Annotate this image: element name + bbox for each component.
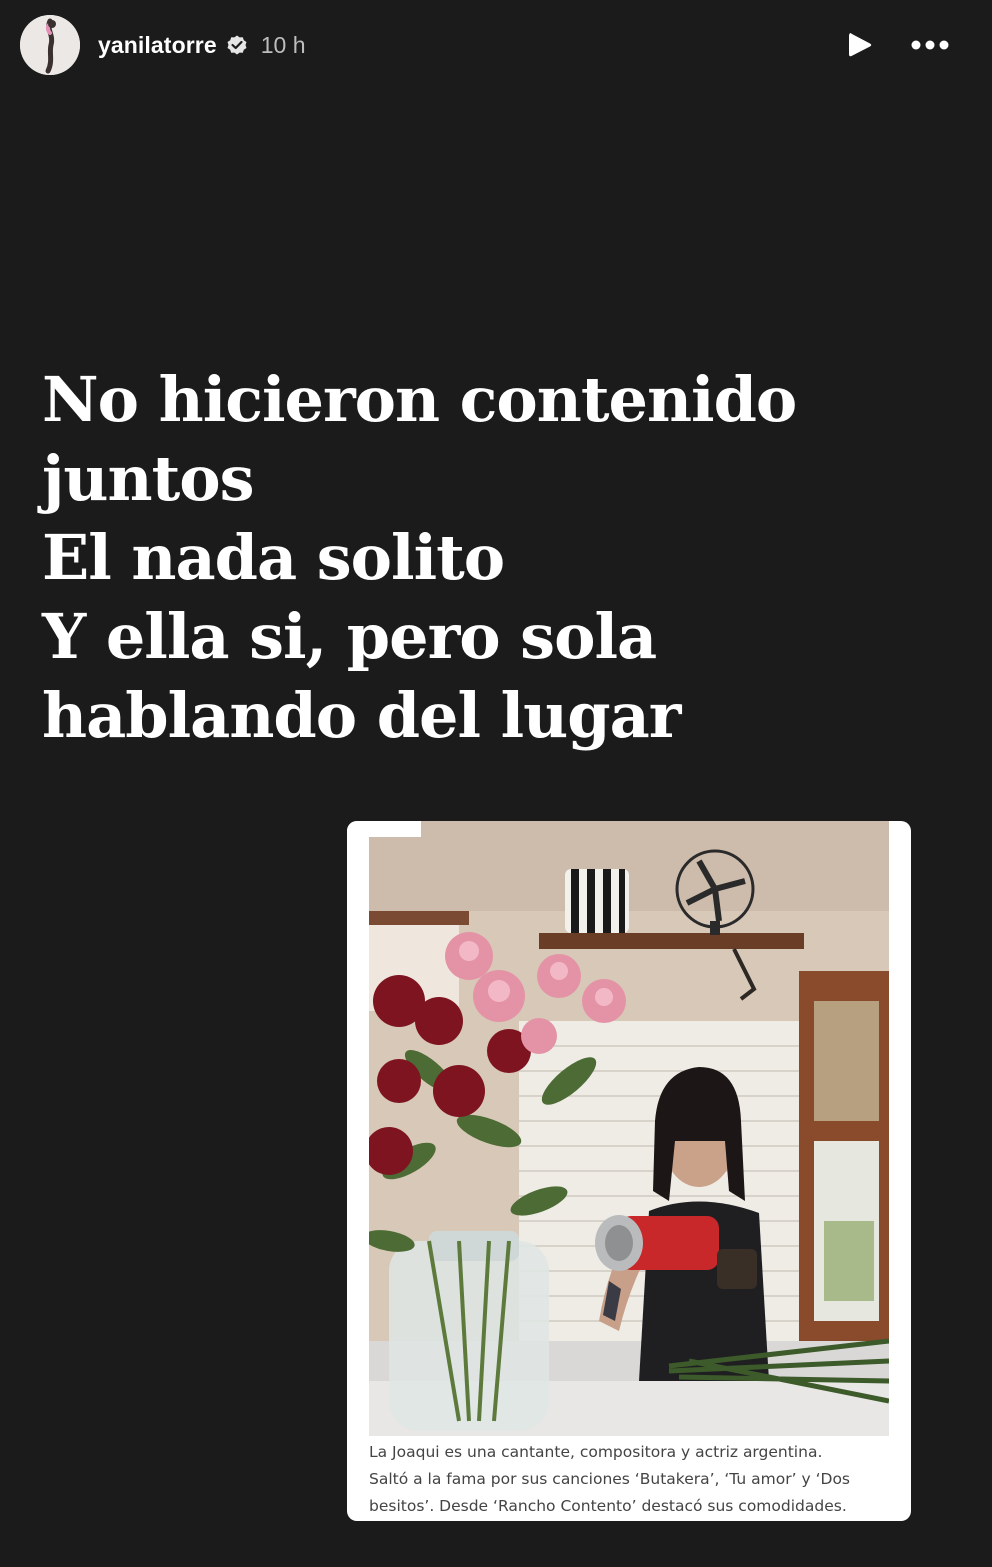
news-caption-line: La Joaqui es una cantante, compositora y… <box>369 1443 823 1461</box>
caption-line: No hicieron contenido <box>42 363 797 436</box>
post-time: 10 h <box>260 31 306 58</box>
caption-line: juntos <box>42 442 254 515</box>
verified-badge-icon <box>225 33 249 57</box>
story-caption: No hicieron contenido juntos El nada sol… <box>42 360 942 755</box>
news-caption-line: besitos’. Desde ‘Rancho Contento’ destac… <box>369 1497 847 1515</box>
story-header: yanilatorre 10 h <box>20 14 952 76</box>
card-close-tab <box>347 821 421 837</box>
kitchen-photo <box>369 821 889 1436</box>
embedded-news-card: La Joaqui es una cantante, compositora y… <box>347 821 911 1521</box>
caption-line: Y ella si, pero sola <box>42 600 657 673</box>
caption-line: El nada solito <box>42 521 505 594</box>
play-icon[interactable] <box>838 23 882 67</box>
news-caption: La Joaqui es una cantante, compositora y… <box>369 1439 899 1520</box>
avatar[interactable] <box>20 15 80 75</box>
news-caption-line: Saltó a la fama por sus canciones ‘Butak… <box>369 1470 850 1488</box>
caption-line: hablando del lugar <box>42 679 681 752</box>
more-horizontal-icon[interactable] <box>908 23 952 67</box>
username[interactable]: yanilatorre <box>98 32 217 59</box>
story-viewer: yanilatorre 10 h No hicieron contenido j… <box>0 0 992 1567</box>
